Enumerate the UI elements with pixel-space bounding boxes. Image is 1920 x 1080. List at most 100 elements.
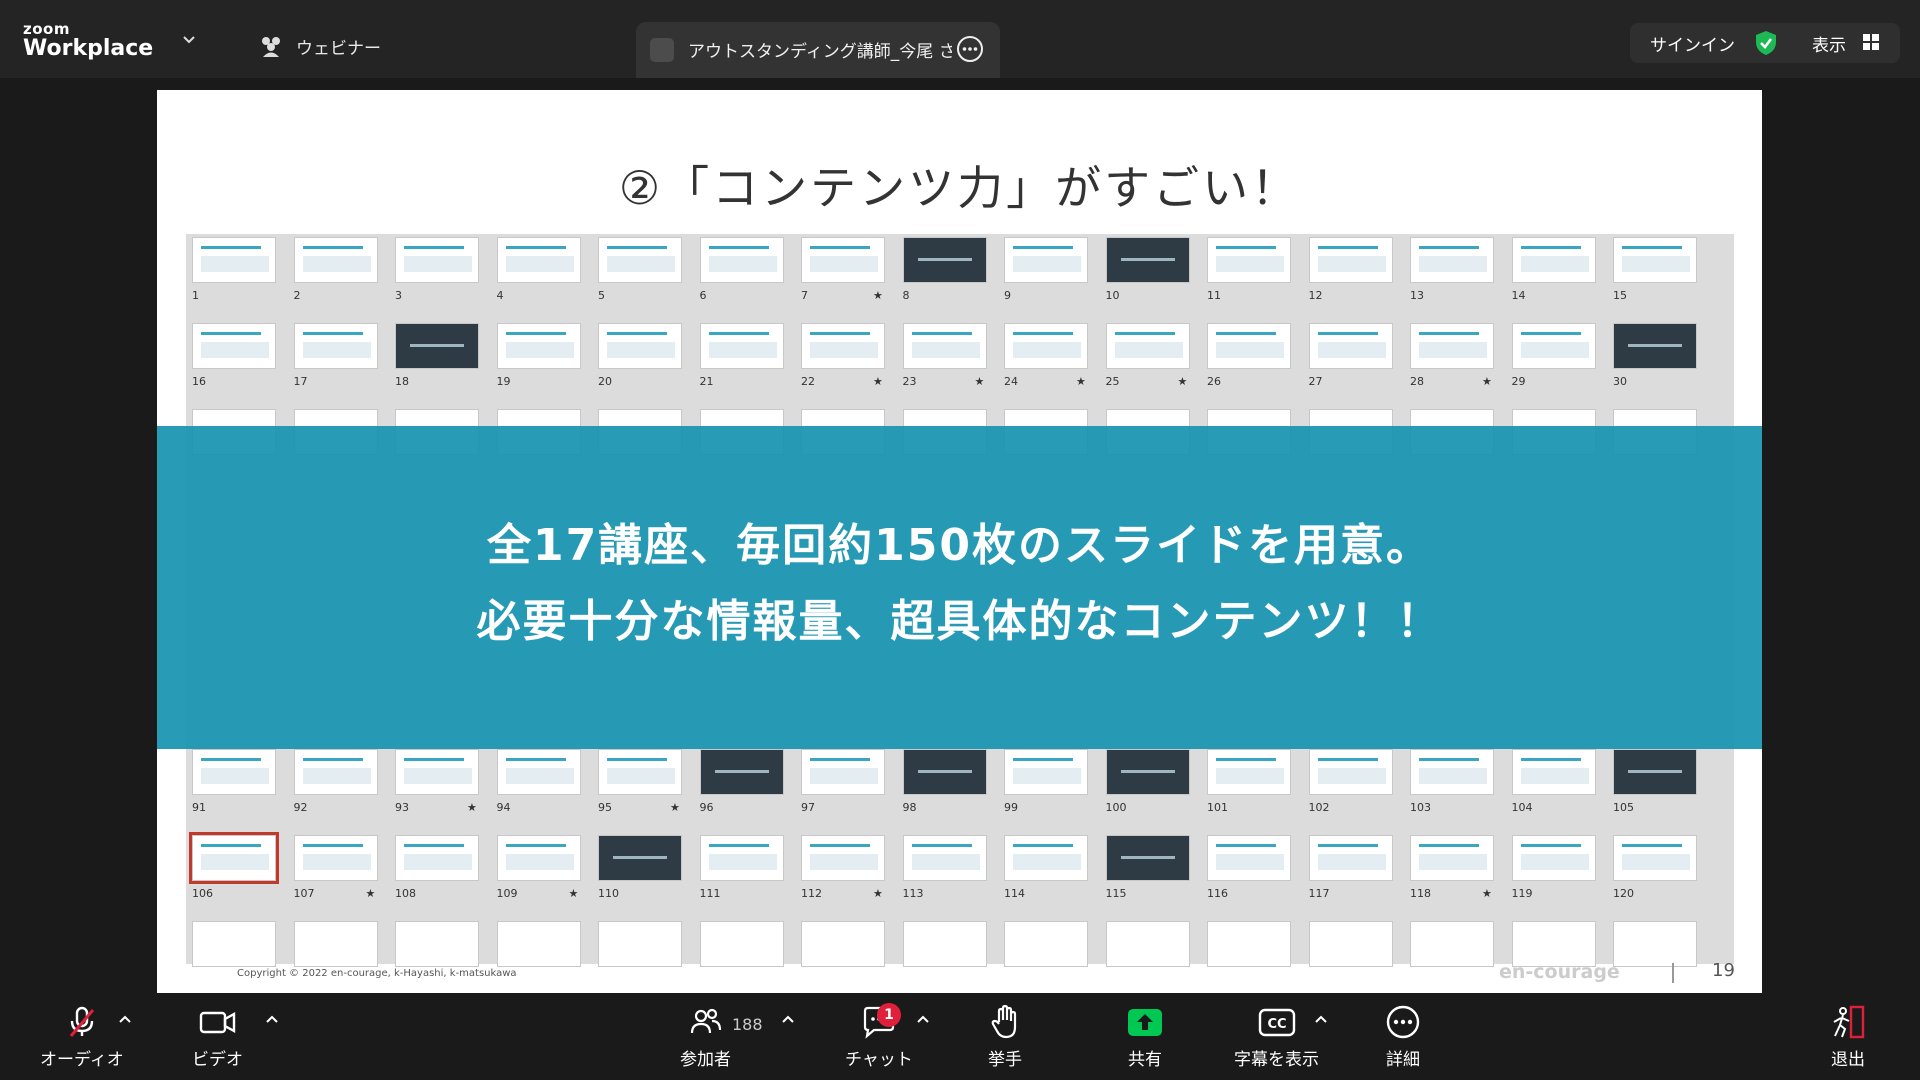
- slide-thumbnail[interactable]: [1004, 323, 1088, 369]
- slide-thumbnail[interactable]: [1105, 749, 1190, 795]
- slide-thumbnail[interactable]: [1410, 749, 1494, 795]
- slide-thumbnail[interactable]: [1207, 237, 1291, 283]
- slide-thumbnail[interactable]: [1004, 749, 1088, 795]
- slide-thumbnail[interactable]: [1207, 749, 1291, 795]
- slide-thumbnail[interactable]: [395, 323, 479, 369]
- slide-thumbnail[interactable]: [1308, 323, 1393, 369]
- slide-thumbnail[interactable]: [496, 237, 581, 283]
- thumbnail-line: [1520, 758, 1581, 761]
- slide-thumbnail[interactable]: [293, 323, 378, 369]
- slide-thumbnail[interactable]: [598, 921, 682, 967]
- slide-thumbnail[interactable]: [1004, 237, 1088, 283]
- slide-thumbnail[interactable]: [1308, 749, 1393, 795]
- slide-thumbnail[interactable]: [902, 921, 987, 967]
- slide-thumbnail[interactable]: [1308, 835, 1393, 881]
- slide-thumbnail[interactable]: [496, 749, 581, 795]
- slide-thumbnail[interactable]: [1511, 237, 1596, 283]
- slide-thumbnail[interactable]: [1004, 835, 1088, 881]
- slide-thumbnail[interactable]: [699, 323, 784, 369]
- slide-thumbnail[interactable]: [1207, 323, 1291, 369]
- thumbnail-number: 29: [1511, 375, 1526, 388]
- slide-thumbnail[interactable]: [1410, 323, 1494, 369]
- slide-thumbnail[interactable]: [902, 749, 987, 795]
- slide-thumbnail[interactable]: [1308, 921, 1393, 967]
- audio-options-chevron-icon[interactable]: [119, 1015, 131, 1023]
- webinar-menu[interactable]: ウェビナー: [258, 34, 381, 59]
- slide-thumbnail[interactable]: [598, 237, 682, 283]
- slide-thumbnail[interactable]: [801, 921, 885, 967]
- slide-thumbnail[interactable]: [801, 749, 885, 795]
- meeting-tab[interactable]: アウトスタンディング講師_今尾 さんの: [636, 22, 1000, 78]
- slide-thumbnail[interactable]: [699, 237, 784, 283]
- slide-thumbnail[interactable]: [1410, 835, 1494, 881]
- slide-thumbnail[interactable]: [1308, 237, 1393, 283]
- slide-thumbnail[interactable]: [395, 921, 479, 967]
- slide-thumbnail[interactable]: [189, 832, 279, 884]
- slide-thumbnail[interactable]: [1511, 835, 1596, 881]
- raise-hand-button[interactable]: 挙手: [988, 1005, 1022, 1070]
- slide-thumbnail[interactable]: [192, 749, 276, 795]
- slide-thumbnail[interactable]: [1613, 749, 1697, 795]
- grid-icon[interactable]: [1862, 33, 1880, 51]
- slide-thumbnail[interactable]: [1105, 835, 1190, 881]
- thumbnail-number: 20: [598, 375, 612, 388]
- more-button[interactable]: 詳細: [1384, 1005, 1422, 1070]
- shield-check-icon[interactable]: [1754, 30, 1778, 56]
- slide-thumbnail[interactable]: [1410, 237, 1494, 283]
- slide-thumbnail[interactable]: [192, 921, 276, 967]
- signin-button[interactable]: サインイン: [1650, 31, 1735, 56]
- slide-thumbnail[interactable]: [293, 749, 378, 795]
- slide-thumbnail[interactable]: [801, 323, 885, 369]
- show-captions-button[interactable]: CC 字幕を表示: [1234, 1005, 1319, 1070]
- slide-thumbnail[interactable]: [699, 921, 784, 967]
- slide-thumbnail[interactable]: [1004, 921, 1088, 967]
- slide-thumbnail[interactable]: [598, 323, 682, 369]
- share-button[interactable]: 共有: [1126, 1005, 1164, 1070]
- slide-thumbnail[interactable]: [1613, 323, 1697, 369]
- slide-thumbnail[interactable]: [801, 835, 885, 881]
- slide-thumbnail[interactable]: [1511, 323, 1596, 369]
- slide-thumbnail[interactable]: [902, 237, 987, 283]
- slide-thumbnail[interactable]: [902, 323, 987, 369]
- slide-thumbnail[interactable]: [395, 237, 479, 283]
- slide-thumbnail[interactable]: [1207, 921, 1291, 967]
- slide-thumbnail[interactable]: [699, 749, 784, 795]
- video-options-chevron-icon[interactable]: [266, 1015, 278, 1023]
- slide-thumbnail[interactable]: [902, 835, 987, 881]
- participants-button[interactable]: 参加者: [680, 1005, 731, 1070]
- leave-button[interactable]: 退出: [1829, 1005, 1867, 1070]
- slide-thumbnail[interactable]: [192, 323, 276, 369]
- slide-thumbnail[interactable]: [1613, 835, 1697, 881]
- slide-thumbnail[interactable]: [699, 835, 784, 881]
- audio-button[interactable]: オーディオ: [40, 1005, 124, 1070]
- slide-thumbnail[interactable]: [1105, 323, 1190, 369]
- slide-thumbnail[interactable]: [496, 323, 581, 369]
- slide-thumbnail[interactable]: [598, 835, 682, 881]
- slide-thumbnail[interactable]: [192, 237, 276, 283]
- slide-thumbnail[interactable]: [395, 835, 479, 881]
- slide-thumbnail[interactable]: [1105, 237, 1190, 283]
- chat-options-chevron-icon[interactable]: [917, 1015, 929, 1023]
- slide-thumbnail[interactable]: [598, 749, 682, 795]
- captions-options-chevron-icon[interactable]: [1315, 1015, 1327, 1023]
- slide-thumbnail[interactable]: [801, 237, 885, 283]
- slide-thumbnail[interactable]: [395, 749, 479, 795]
- slide-thumbnail[interactable]: [1207, 835, 1291, 881]
- participants-options-chevron-icon[interactable]: [782, 1015, 794, 1023]
- slide-thumbnail[interactable]: [1613, 921, 1697, 967]
- video-button[interactable]: ビデオ: [192, 1005, 243, 1070]
- slide-thumbnail[interactable]: [293, 237, 378, 283]
- slide-thumbnail[interactable]: [293, 835, 378, 881]
- view-button[interactable]: 表示: [1812, 31, 1846, 56]
- zoom-workplace-logo[interactable]: zoom Workplace: [23, 22, 153, 62]
- slide-thumbnail[interactable]: [1511, 749, 1596, 795]
- slide-thumbnail[interactable]: [293, 921, 378, 967]
- more-options-icon[interactable]: [956, 35, 984, 63]
- slide-thumbnail[interactable]: [496, 921, 581, 967]
- slide-thumbnail[interactable]: [1613, 237, 1697, 283]
- slide-thumbnail[interactable]: [1105, 921, 1190, 967]
- slide-thumbnail[interactable]: [496, 835, 581, 881]
- slide-thumbnail[interactable]: [1410, 921, 1494, 967]
- chevron-down-icon[interactable]: [183, 36, 195, 44]
- thumbnail-line: [1317, 246, 1378, 249]
